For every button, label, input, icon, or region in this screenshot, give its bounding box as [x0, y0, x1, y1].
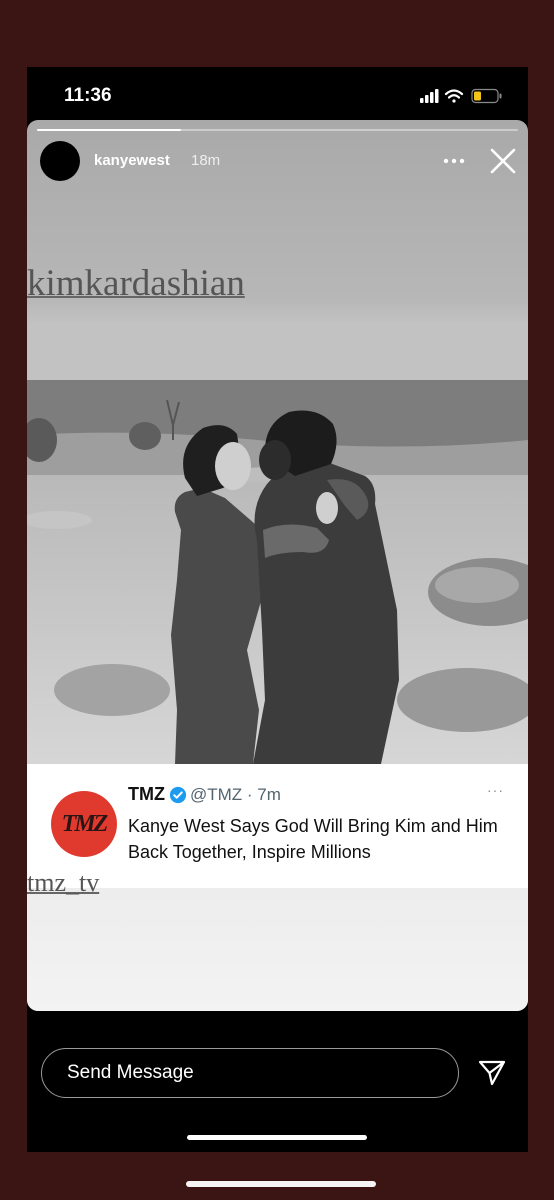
send-button[interactable] [477, 1058, 507, 1088]
signal-icon [420, 89, 439, 103]
tweet-text: Kanye West Says God Will Bring Kim and H… [128, 816, 498, 862]
paper-plane-icon [478, 1060, 506, 1086]
wifi-icon [444, 89, 464, 103]
story-card[interactable]: kanyewest 18m kimkardashian TMZ TMZ @TMZ… [27, 120, 528, 1011]
story-progress-fill [37, 129, 182, 131]
post-time: 18m [191, 152, 221, 169]
verified-badge-icon [169, 786, 187, 803]
tweet-card[interactable]: TMZ TMZ @TMZ · 7m ··· Kanye West Says Go… [27, 764, 528, 888]
status-time: 11:36 [64, 85, 112, 106]
bezel-bar [186, 1181, 376, 1187]
reply-bar: Send Message [27, 1011, 528, 1152]
tweet-author-name: TMZ [128, 784, 165, 804]
story-photo [27, 380, 528, 764]
ellipsis-icon [443, 158, 465, 164]
close-button[interactable] [487, 145, 519, 177]
tweet-handle: @TMZ · 7m [189, 784, 281, 804]
status-bar: 11:36 [27, 67, 528, 122]
phone-screen: 11:36 kanyewest 18m kimkardashian TMZ TM… [27, 67, 528, 1152]
more-options-button[interactable] [439, 146, 469, 176]
status-icons [420, 88, 506, 104]
tmz-logo: TMZ [51, 791, 117, 857]
tweet-more-icon: ··· [487, 782, 504, 798]
mention-tag-kimkardashian[interactable]: kimkardashian [27, 262, 245, 305]
story-progress-bar [37, 129, 518, 131]
close-icon [490, 148, 516, 174]
tmz-logo-text: TMZ [61, 810, 109, 837]
username[interactable]: kanyewest [94, 152, 170, 169]
home-indicator [187, 1135, 367, 1140]
avatar[interactable] [40, 141, 80, 181]
send-message-input[interactable]: Send Message [41, 1048, 459, 1098]
tweet-header: TMZ @TMZ · 7m [128, 784, 281, 805]
battery-icon [471, 88, 502, 104]
mention-tag-tmz-tv[interactable]: tmz_tv [27, 868, 99, 898]
